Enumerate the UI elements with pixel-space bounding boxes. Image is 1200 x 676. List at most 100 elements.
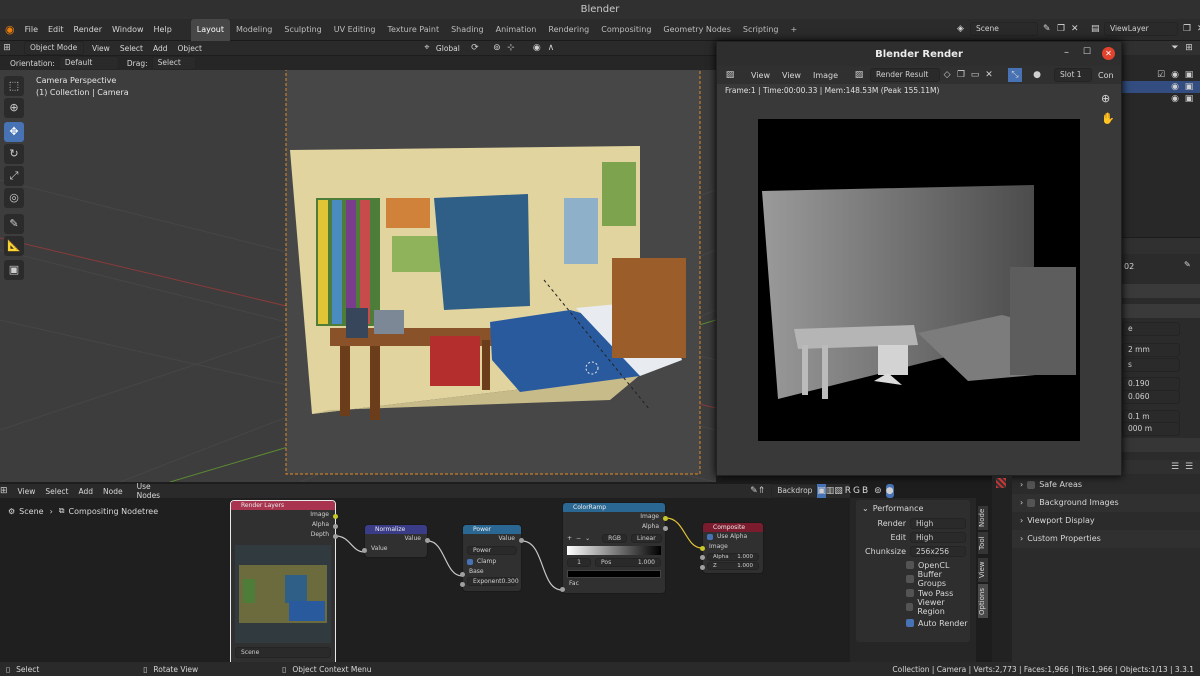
add-stop-icon[interactable]: + — [567, 535, 572, 542]
zoom-icon[interactable]: ⊕ — [1101, 92, 1110, 105]
overlay-icon[interactable]: ● — [1030, 68, 1044, 82]
node-menu-view[interactable]: View — [18, 487, 36, 496]
pan-hand-icon[interactable]: ✋ — [1101, 112, 1115, 125]
prop-field[interactable]: 0.190 — [1122, 377, 1180, 391]
image-editor-type-icon[interactable]: ▨ — [723, 68, 737, 82]
copy-viewlayer-icon[interactable]: ❐ — [1178, 22, 1192, 36]
falloff-icon[interactable]: ∧ — [544, 41, 558, 55]
camera-render-icon[interactable]: ▣ — [1182, 92, 1196, 106]
tab-modeling[interactable]: Modeling — [230, 19, 278, 41]
panel-custom-properties[interactable]: › Custom Properties — [1012, 530, 1200, 548]
add-cube-tool-icon[interactable]: ▣ — [4, 260, 24, 280]
color-mode-dropdown[interactable]: RGB — [602, 534, 628, 543]
render-quality-dropdown[interactable]: High — [910, 517, 966, 529]
annotate-tool-icon[interactable]: ✎ — [4, 214, 24, 234]
prop-dropdown[interactable]: s — [1122, 358, 1180, 372]
copy-icon[interactable]: ❐ — [954, 68, 968, 82]
slot-dropdown[interactable]: Slot 1 — [1054, 68, 1093, 82]
backdrop-mode-icon[interactable]: ▧ — [834, 484, 843, 498]
tab-tool[interactable]: Tool — [978, 532, 988, 554]
channel-g[interactable]: G — [853, 486, 860, 496]
menu-window[interactable]: Window — [107, 25, 149, 34]
two-pass-checkbox[interactable] — [906, 589, 914, 597]
channel-r[interactable]: R — [845, 486, 851, 496]
socket-depth[interactable] — [333, 534, 338, 539]
channel-b[interactable]: B — [862, 486, 868, 496]
menu-render[interactable]: Render — [69, 25, 107, 34]
transform-orientation[interactable]: Global — [436, 44, 460, 53]
render-menu-view[interactable]: View — [751, 71, 770, 80]
prop-dropdown[interactable]: e — [1122, 322, 1180, 336]
folder-icon[interactable]: ▭ — [968, 68, 982, 82]
pin-icon[interactable]: ✎ — [1184, 260, 1191, 269]
interpolation-dropdown[interactable]: Linear — [631, 534, 662, 543]
menu-help[interactable]: Help — [149, 25, 177, 34]
cursor-tool-icon[interactable]: ⊕ — [4, 98, 24, 118]
checkbox[interactable] — [1027, 499, 1036, 507]
stop-index-field[interactable]: 1 — [567, 558, 591, 567]
viewlayer-icon[interactable]: ▤ — [1086, 22, 1100, 36]
select-box-tool-icon[interactable]: ⬚ — [4, 76, 24, 96]
exponent-field[interactable]: Exponent 0.300 — [467, 577, 519, 586]
panel-background-images[interactable]: › Background Images — [1012, 494, 1200, 512]
socket-base[interactable] — [460, 572, 465, 577]
socket-image[interactable] — [700, 546, 705, 551]
editor-type-icon[interactable]: ⊞ — [0, 484, 8, 498]
prop-field[interactable]: 000 m — [1122, 422, 1180, 436]
prop-field[interactable]: 2 mm — [1122, 343, 1180, 357]
viewport-menu-view[interactable]: View — [92, 44, 110, 53]
close-image-icon[interactable]: ✕ — [982, 68, 996, 82]
display-channel-icon[interactable]: ⤡ — [1008, 68, 1023, 82]
node-menu-select[interactable]: Select — [45, 487, 68, 496]
measure-tool-icon[interactable]: 📐 — [4, 236, 24, 256]
performance-panel-header[interactable]: ⌄ Performance — [856, 500, 970, 516]
pin-icon[interactable]: ✎ — [750, 484, 758, 498]
socket-exponent[interactable] — [460, 582, 465, 587]
tab-animation[interactable]: Animation — [490, 19, 543, 41]
parent-node-icon[interactable]: ⇑ — [758, 484, 766, 498]
node-menu-add[interactable]: Add — [79, 487, 94, 496]
buffer-groups-checkbox[interactable] — [906, 575, 914, 583]
socket-alpha[interactable] — [700, 555, 705, 560]
viewport-menu-object[interactable]: Object — [177, 44, 201, 53]
delete-viewlayer-icon[interactable]: ✕ — [1192, 22, 1200, 36]
scene-selector[interactable]: Scene — [970, 22, 1038, 36]
close-icon[interactable]: ✕ — [1102, 47, 1115, 60]
scale-tool-icon[interactable]: ⤢ — [4, 166, 24, 186]
tab-geometry-nodes[interactable]: Geometry Nodes — [657, 19, 736, 41]
panel-viewport-display[interactable]: › Viewport Display — [1012, 512, 1200, 530]
list-icon[interactable]: ☰ — [1182, 460, 1196, 474]
image-browse-icon[interactable]: ▨ — [852, 68, 866, 82]
orientation-dropdown[interactable]: Default — [58, 56, 119, 70]
tab-options[interactable]: Options — [978, 584, 988, 618]
clamp-checkbox[interactable] — [467, 558, 473, 565]
z-field[interactable]: Z 1.000 — [707, 562, 759, 570]
socket-fac[interactable] — [560, 587, 565, 592]
shield-icon[interactable]: ◇ — [940, 68, 954, 82]
operation-dropdown[interactable]: Power — [467, 546, 517, 555]
socket-in[interactable] — [362, 548, 367, 553]
snap-icon[interactable]: ⊚ — [490, 41, 504, 55]
socket-alpha[interactable] — [333, 524, 338, 529]
eye-icon[interactable]: ◉ — [1168, 92, 1182, 106]
socket-out[interactable] — [425, 538, 430, 543]
backdrop-color-icon[interactable]: ▣ — [817, 484, 826, 498]
prop-field[interactable]: 0.060 — [1122, 390, 1180, 404]
menu-file[interactable]: File — [20, 25, 43, 34]
checkbox[interactable] — [1027, 481, 1036, 489]
list-icon[interactable]: ☰ — [1168, 460, 1182, 474]
normalize-node[interactable]: Normalize Value Value — [362, 524, 430, 558]
blender-logo-icon[interactable]: ◉ — [0, 23, 20, 36]
tab-layout[interactable]: Layout — [190, 18, 230, 41]
copy-scene-icon[interactable]: ❐ — [1052, 22, 1066, 36]
power-node[interactable]: Power Value Power Clamp Base Exponent 0.3… — [460, 524, 524, 592]
tab-shading[interactable]: Shading — [445, 19, 490, 41]
snap-icon[interactable]: ⊚ — [874, 484, 882, 498]
checkbox-icon[interactable]: ☑ — [1154, 68, 1168, 82]
chevron-down-icon[interactable]: ⌄ — [585, 535, 590, 542]
scene-field[interactable]: Scene — [235, 647, 331, 658]
tab-rendering[interactable]: Rendering — [542, 19, 595, 41]
stop-color-swatch[interactable] — [567, 570, 661, 578]
socket-out[interactable] — [519, 538, 524, 543]
proportional-edit-icon[interactable]: ◉ — [530, 41, 544, 55]
